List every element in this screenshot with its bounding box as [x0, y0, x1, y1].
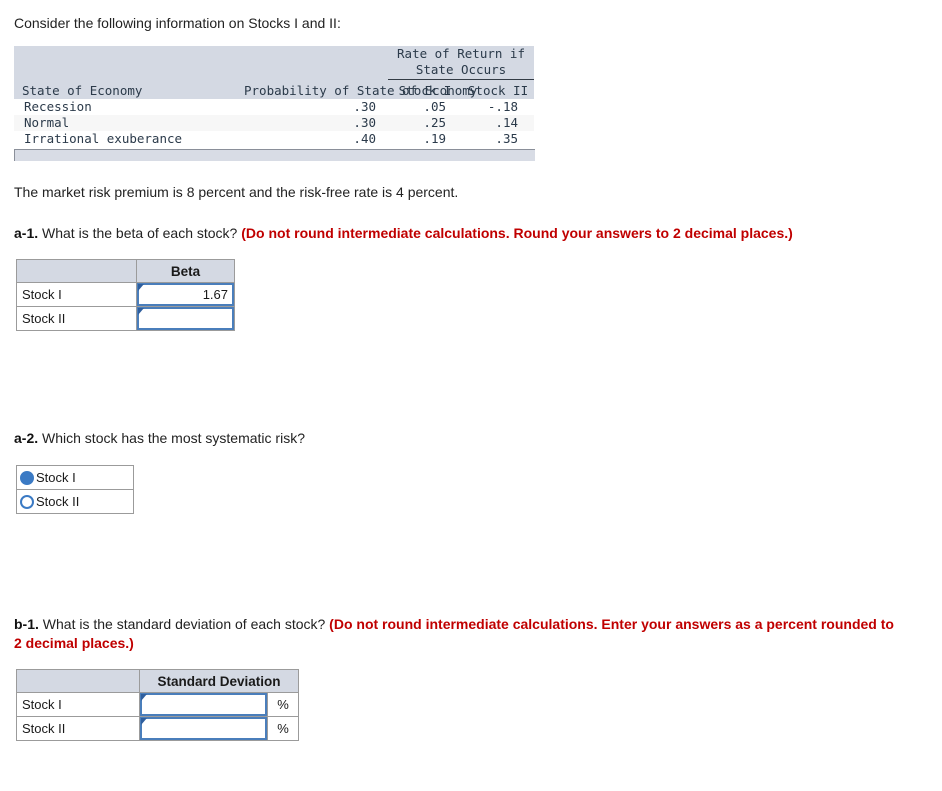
- radio-button-icon-unselected[interactable]: [20, 494, 34, 509]
- cell-probability: .30: [244, 99, 388, 115]
- cell-stock-i: .05: [388, 99, 462, 115]
- stddev-row-label-stock-i: Stock I: [16, 692, 140, 717]
- cell-state: Normal: [14, 115, 244, 131]
- table-row: Normal .30 .25 .14: [14, 115, 534, 131]
- stock-information-table: Rate of Return if State Occurs State of …: [14, 46, 535, 161]
- question-b1: b-1. What is the standard deviation of e…: [14, 615, 902, 653]
- exercise-page: Consider the following information on St…: [0, 0, 942, 741]
- cell-probability: .40: [244, 131, 388, 147]
- cell-stock-ii: .14: [462, 115, 534, 131]
- question-a1: a-1. What is the beta of each stock? (Do…: [14, 224, 924, 243]
- beta-input-stock-i[interactable]: [137, 283, 234, 306]
- table-row: Irrational exuberance .40 .19 .35: [14, 131, 534, 147]
- cell-state: Irrational exuberance: [14, 131, 244, 147]
- stddev-row-label-stock-ii: Stock II: [16, 716, 140, 741]
- question-b1-label: b-1.: [14, 616, 39, 632]
- beta-blank-header: [16, 259, 137, 283]
- intro-text: Consider the following information on St…: [14, 15, 341, 31]
- probability-header-line1: Probability of: [244, 83, 350, 98]
- cell-stock-ii: .35: [462, 131, 534, 147]
- table-footer-bar: [14, 149, 535, 161]
- cell-stock-ii: -.18: [462, 99, 534, 115]
- column-header-stock-ii: Stock II: [462, 79, 534, 99]
- stddev-header: Standard Deviation: [139, 669, 299, 693]
- systematic-risk-radio-group[interactable]: Stock I Stock II: [16, 465, 134, 514]
- group-header-line2: State Occurs: [415, 62, 507, 77]
- cell-probability: .30: [244, 115, 388, 131]
- percent-symbol-stock-i: %: [267, 692, 299, 717]
- radio-label-stock-i: Stock I: [36, 470, 76, 485]
- stddev-input-stock-ii[interactable]: [140, 717, 267, 740]
- market-risk-premium-text: The market risk premium is 8 percent and…: [14, 184, 459, 200]
- beta-answer-table: Beta Stock I Stock II: [16, 259, 235, 331]
- radio-button-icon-selected[interactable]: [20, 470, 34, 485]
- column-header-stock-i: Stock I: [388, 79, 462, 99]
- radio-label-stock-ii: Stock II: [36, 494, 80, 509]
- table-row: Stock II %: [16, 716, 299, 741]
- stddev-header-row: Standard Deviation: [16, 669, 299, 693]
- percent-symbol-stock-ii: %: [267, 716, 299, 741]
- group-header-spacer-b: [244, 46, 388, 80]
- radio-option-stock-ii[interactable]: Stock II: [17, 489, 133, 513]
- beta-row-label-stock-i: Stock I: [16, 282, 137, 307]
- stddev-input-cell-stock-i[interactable]: [139, 692, 268, 717]
- beta-input-stock-ii[interactable]: [137, 307, 234, 330]
- group-header-line1: Rate of Return if: [397, 46, 525, 61]
- question-a2-label: a-2.: [14, 430, 39, 446]
- table-row: Stock I %: [16, 692, 299, 717]
- cell-stock-i: .19: [388, 131, 462, 147]
- cell-stock-i: .25: [388, 115, 462, 131]
- group-header-rate-of-return: Rate of Return if State Occurs: [388, 46, 534, 80]
- group-header-spacer-a: [14, 46, 244, 80]
- stddev-input-cell-stock-ii[interactable]: [139, 716, 268, 741]
- table-column-header-row: State of Economy Probability of State of…: [14, 79, 534, 99]
- beta-input-cell-stock-i[interactable]: [136, 282, 235, 307]
- table-group-header-row: Rate of Return if State Occurs: [14, 46, 534, 80]
- table-row: Recession .30 .05 -.18: [14, 99, 534, 115]
- radio-option-stock-i[interactable]: Stock I: [17, 466, 133, 489]
- stddev-input-stock-i[interactable]: [140, 693, 267, 716]
- beta-field-holder-stock-i: [137, 283, 234, 306]
- column-header-state-of-economy: State of Economy: [14, 79, 244, 99]
- stddev-blank-header: [16, 669, 140, 693]
- question-a1-text: What is the beta of each stock?: [42, 225, 238, 241]
- question-b1-text: What is the standard deviation of each s…: [42, 616, 326, 632]
- stddev-field-holder-stock-i: [140, 693, 267, 716]
- table-row: Stock II: [16, 306, 235, 331]
- stock-information-grid: Rate of Return if State Occurs State of …: [14, 46, 534, 147]
- beta-header: Beta: [136, 259, 235, 283]
- question-a2: a-2. Which stock has the most systematic…: [14, 429, 924, 448]
- beta-input-cell-stock-ii[interactable]: [136, 306, 235, 331]
- beta-header-row: Beta: [16, 259, 235, 283]
- beta-row-label-stock-ii: Stock II: [16, 306, 137, 331]
- stddev-field-holder-stock-ii: [140, 717, 267, 740]
- table-row: Stock I: [16, 282, 235, 307]
- question-a2-text: Which stock has the most systematic risk…: [42, 430, 305, 446]
- beta-field-holder-stock-ii: [137, 307, 234, 330]
- question-a1-label: a-1.: [14, 225, 39, 241]
- column-header-probability: Probability of State of Economy: [244, 79, 477, 99]
- standard-deviation-answer-table: Standard Deviation Stock I % Stock II %: [16, 669, 299, 741]
- cell-state: Recession: [14, 99, 244, 115]
- question-a1-note: (Do not round intermediate calculations.…: [241, 225, 793, 241]
